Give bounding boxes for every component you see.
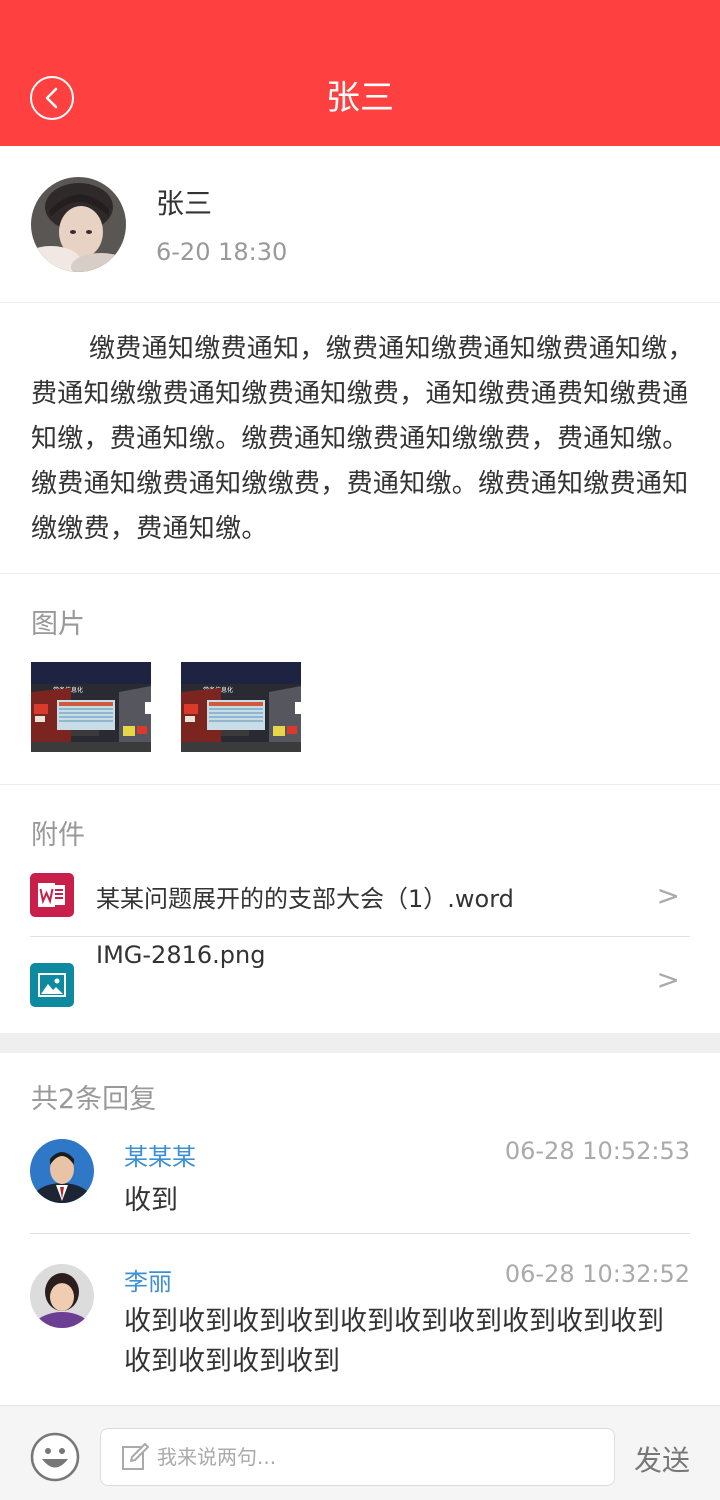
comment-input-box[interactable] [100, 1428, 615, 1486]
post-content-text: 缴费通知缴费通知，缴费通知缴费通知缴费通知缴，费通知缴缴费通知缴费通知缴费，通知… [31, 334, 694, 544]
smiley-icon [30, 1432, 80, 1482]
page-title: 张三 [326, 78, 394, 118]
reply-item: 某某某 06-28 10:52:53 收到 [30, 1133, 690, 1234]
attachment-name: IMG-2816.png [96, 941, 266, 969]
post-detail-page: 张三 张三 6-20 18:30 缴费通知缴费通知，缴费通知缴费通知缴费通知缴，… [0, 0, 720, 1500]
emoji-button[interactable] [30, 1432, 80, 1482]
author-name: 张三 [156, 187, 213, 220]
attachment-item[interactable]: 某某问题展开的的支部大会（1）.word > [30, 857, 690, 937]
chevron-right-icon: > [656, 879, 680, 912]
section-divider [0, 1033, 720, 1053]
word-file-icon [30, 873, 74, 917]
image-thumbnail[interactable]: 党务信息化 [31, 662, 151, 752]
reply-avatar[interactable] [30, 1139, 94, 1203]
reply-text: 收到收到收到收到收到收到收到收到收到收到收到收到收到收到 [124, 1306, 664, 1377]
author-avatar[interactable] [31, 177, 126, 272]
reply-author[interactable]: 某某某 [124, 1137, 196, 1172]
attachments-label: 附件 [31, 820, 85, 851]
pencil-icon [122, 1443, 149, 1470]
post-time: 6-20 18:30 [156, 238, 288, 266]
reply-count: 共2条回复 [31, 1084, 157, 1115]
image-file-icon [30, 963, 74, 1007]
reply-time: 06-28 10:52:53 [504, 1137, 690, 1165]
post-content: 缴费通知缴费通知，缴费通知缴费通知缴费通知缴，费通知缴缴费通知缴费通知缴费，通知… [0, 303, 720, 574]
attachment-item[interactable]: IMG-2816.png > [30, 937, 690, 1033]
reply-avatar[interactable] [30, 1264, 94, 1328]
reply-author[interactable]: 李丽 [124, 1262, 172, 1297]
header-bar: 张三 [0, 0, 720, 146]
comment-input[interactable] [157, 1429, 597, 1485]
reply-time: 06-28 10:32:52 [504, 1260, 690, 1288]
images-label: 图片 [31, 609, 85, 640]
chevron-right-icon: > [656, 963, 680, 996]
image-thumbnail[interactable]: 党务信息化 [181, 662, 301, 752]
reply-item: 李丽 06-28 10:32:52 收到收到收到收到收到收到收到收到收到收到收到… [30, 1234, 690, 1405]
author-block: 张三 6-20 18:30 [0, 146, 720, 303]
images-section: 图片 党务信息化 [0, 574, 720, 785]
reply-text: 收到 [124, 1185, 178, 1216]
replies-section: 共2条回复 某某某 06-28 10:52:53 收到 李丽 06-28 10:… [0, 1053, 720, 1405]
comment-bar: 发送 [0, 1405, 720, 1500]
send-button[interactable]: 发送 [634, 1439, 690, 1479]
attachment-name: 某某问题展开的的支部大会（1）.word [96, 885, 514, 913]
attachments-section: 附件 某某问题展开的的支部大会（1）.word > IMG-2816.png > [0, 785, 720, 1033]
